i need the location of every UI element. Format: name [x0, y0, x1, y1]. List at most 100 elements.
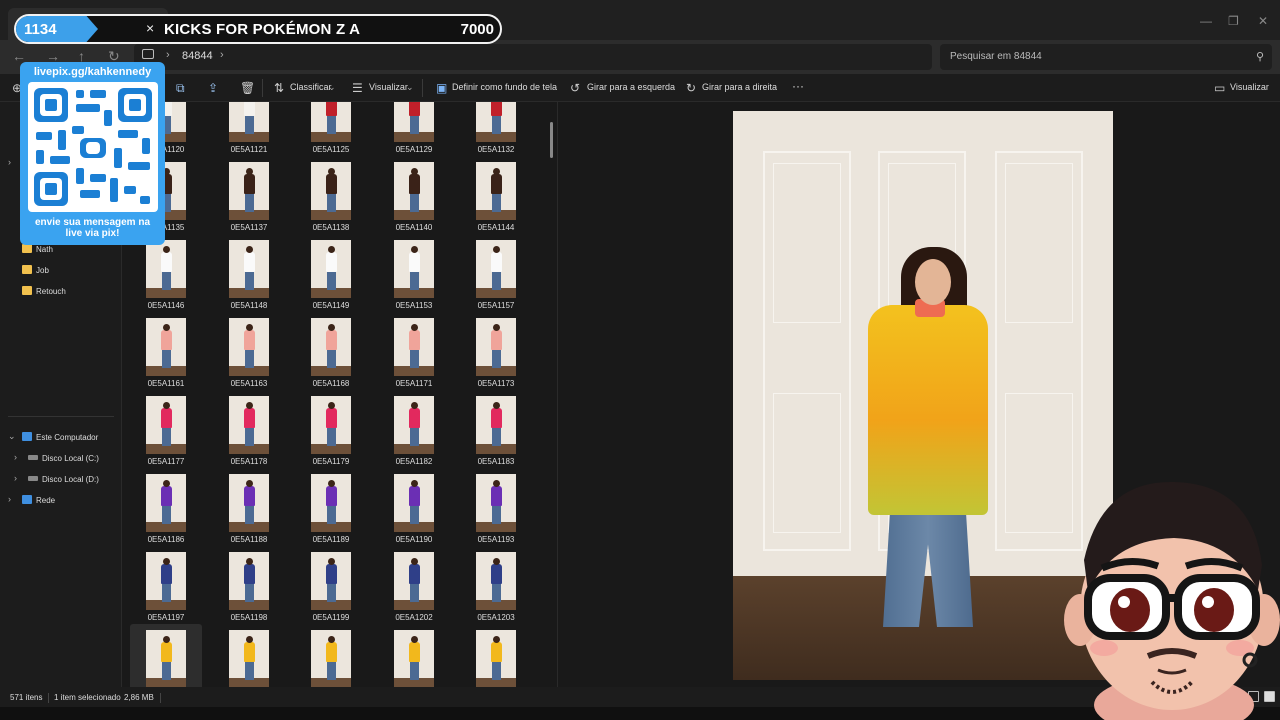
file-item[interactable]: 0E5A1208	[295, 624, 367, 687]
chevron-right-icon[interactable]: ›	[166, 49, 170, 61]
chevron-down-icon[interactable]: ⌄	[328, 82, 336, 93]
sidebar-item-retouch[interactable]: Retouch	[0, 282, 122, 302]
file-item[interactable]: 0E5A1193	[460, 468, 532, 546]
file-item[interactable]: 0E5A1153	[378, 234, 450, 312]
file-item[interactable]: 0E5A1210	[460, 624, 532, 687]
file-item[interactable]: 0E5A1177	[130, 390, 202, 468]
chevron-down-icon[interactable]: ⌄	[406, 82, 414, 93]
file-name: 0E5A1193	[477, 535, 515, 544]
file-item[interactable]: 0E5A1203	[460, 546, 532, 624]
sidebar-divider	[8, 416, 114, 417]
counter-title: KICKS FOR POKÉMON Z A	[164, 21, 361, 38]
file-item[interactable]: 0E5A1197	[130, 546, 202, 624]
view-button[interactable]: Visualizar	[369, 82, 408, 92]
copy-icon[interactable]: ⧉	[176, 81, 185, 96]
chevron-right-icon[interactable]: ›	[8, 494, 11, 504]
preview-pane-button[interactable]: Visualizar	[1230, 82, 1269, 92]
sort-button[interactable]: Classificar	[290, 82, 332, 92]
toolbar-divider	[422, 79, 423, 97]
chevron-right-icon[interactable]: ›	[14, 452, 17, 462]
minimize-button[interactable]: —	[1200, 14, 1212, 28]
file-item[interactable]: 0E5A1125	[295, 102, 367, 156]
file-item[interactable]: 0E5A1149	[295, 234, 367, 312]
file-item[interactable]: 0E5A1144	[460, 156, 532, 234]
file-item[interactable]: 0E5A1168	[295, 312, 367, 390]
model-face	[915, 259, 951, 305]
file-item[interactable]: 0E5A1178	[213, 390, 285, 468]
chevron-right-icon[interactable]: ›	[220, 49, 224, 61]
file-item[interactable]: 0E5A1186	[130, 468, 202, 546]
file-item[interactable]: 0E5A1183	[460, 390, 532, 468]
file-item[interactable]: 0E5A1199	[295, 546, 367, 624]
qr-message-line: live via pix!	[65, 228, 120, 239]
selection-count: 1 item selecionado	[54, 693, 121, 702]
file-thumbnail	[311, 318, 351, 376]
preview-image	[733, 111, 1113, 680]
file-item[interactable]: 0E5A1148	[213, 234, 285, 312]
chevron-right-icon[interactable]: ›	[14, 473, 17, 483]
file-item[interactable]: 0E5A1129	[378, 102, 450, 156]
sidebar-item-drive-d[interactable]: › Disco Local (D:)	[0, 470, 122, 490]
file-item[interactable]: 0E5A1179	[295, 390, 367, 468]
sidebar-item-this-pc[interactable]: ⌄ Este Computador	[0, 428, 122, 448]
drive-icon	[28, 476, 38, 481]
view-icon: ☰	[352, 81, 363, 95]
sidebar-item-drive-c[interactable]: › Disco Local (C:)	[0, 449, 122, 469]
file-item[interactable]: 0E5A1188	[213, 468, 285, 546]
set-wallpaper-button[interactable]: Definir como fundo de tela	[452, 82, 557, 92]
grid-scrollbar[interactable]	[550, 122, 553, 158]
more-options-button[interactable]: ···	[792, 79, 804, 93]
pix-qr-card: livepix.gg/kahkennedy envie sua mensagem…	[20, 62, 165, 245]
file-item[interactable]: 0E5A1121	[213, 102, 285, 156]
sidebar-item-label: Rede	[36, 496, 56, 505]
navigation-bar: ← → ↑ ↻ › 84844 › Pesquisar em 84844 ⚲	[0, 40, 1280, 74]
file-item[interactable]: 0E5A1161	[130, 312, 202, 390]
file-name: 0E5A1146	[147, 301, 185, 310]
rotate-right-button[interactable]: Girar para a direita	[702, 82, 777, 92]
file-thumbnail	[476, 240, 516, 298]
close-button[interactable]: ✕	[1258, 14, 1268, 28]
search-icon: ⚲	[1255, 51, 1264, 63]
file-item[interactable]: 0E5A1202	[378, 546, 450, 624]
maximize-button[interactable]: ❐	[1228, 14, 1239, 28]
toolbar-divider	[262, 79, 263, 97]
file-item[interactable]: 0E5A1189	[295, 468, 367, 546]
sidebar-item-label: Disco Local (C:)	[42, 454, 99, 463]
file-item[interactable]: 0E5A1138	[295, 156, 367, 234]
search-input[interactable]: Pesquisar em 84844 ⚲	[940, 44, 1272, 70]
breadcrumb-folder[interactable]: 84844	[182, 50, 213, 62]
file-thumbnail	[229, 630, 269, 687]
computer-icon	[22, 432, 32, 441]
file-item[interactable]: 0E5A1209	[378, 624, 450, 687]
address-bar[interactable]: › 84844 ›	[134, 44, 932, 70]
file-item[interactable]: 0E5A1207	[213, 624, 285, 687]
file-item[interactable]: 0E5A1206	[130, 624, 202, 687]
folder-icon	[22, 286, 32, 295]
chevron-down-icon[interactable]: ⌄	[8, 431, 16, 442]
file-name: 0E5A1203	[477, 613, 515, 622]
file-item[interactable]: 0E5A1173	[460, 312, 532, 390]
file-item[interactable]: 0E5A1157	[460, 234, 532, 312]
file-item[interactable]: 0E5A1146	[130, 234, 202, 312]
delete-icon[interactable]: 🗑	[240, 81, 255, 95]
file-item[interactable]: 0E5A1182	[378, 390, 450, 468]
file-item[interactable]: 0E5A1171	[378, 312, 450, 390]
qr-message: envie sua mensagem na live via pix!	[20, 217, 165, 239]
file-thumbnail	[394, 102, 434, 142]
file-item[interactable]: 0E5A1140	[378, 156, 450, 234]
qr-message-line: envie sua mensagem na	[34, 217, 151, 228]
file-name: 0E5A1179	[312, 457, 350, 466]
file-item[interactable]: 0E5A1198	[213, 546, 285, 624]
rotate-left-button[interactable]: Girar para a esquerda	[587, 82, 675, 92]
sidebar-item-job[interactable]: Job	[0, 261, 122, 281]
file-item[interactable]: 0E5A1132	[460, 102, 532, 156]
file-name: 0E5A1121	[230, 145, 268, 154]
share-icon[interactable]: ⇪	[208, 81, 218, 95]
file-thumbnail	[476, 102, 516, 142]
file-item[interactable]: 0E5A1163	[213, 312, 285, 390]
file-item[interactable]: 0E5A1190	[378, 468, 450, 546]
file-item[interactable]: 0E5A1137	[213, 156, 285, 234]
file-thumbnail	[229, 474, 269, 532]
file-thumbnail	[311, 474, 351, 532]
sidebar-item-network[interactable]: › Rede	[0, 491, 122, 511]
